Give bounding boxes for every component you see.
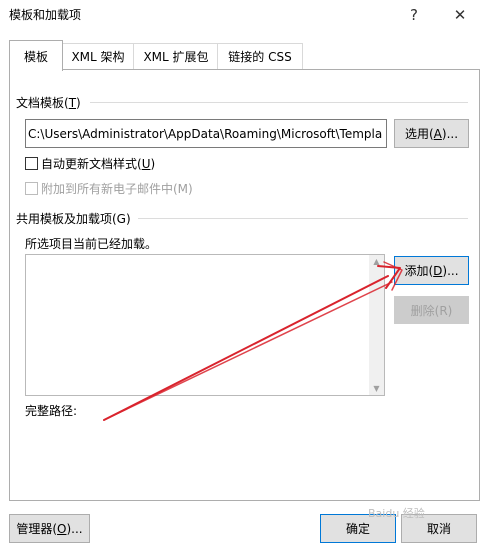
select-template-button[interactable]: 选用(A)...: [394, 119, 469, 148]
remove-button-label: 删除(R): [410, 303, 453, 318]
tab-label: 链接的 CSS: [228, 50, 292, 64]
cancel-button-label: 取消: [426, 522, 451, 536]
section-divider: [90, 102, 468, 103]
list-scrollbar[interactable]: ▲ ▼: [369, 255, 384, 395]
auto-update-checkbox[interactable]: [25, 157, 38, 170]
help-icon: ?: [410, 6, 418, 24]
ok-button-label: 确定: [345, 522, 370, 536]
organizer-button[interactable]: 管理器(O)...: [9, 514, 90, 543]
global-templates-list[interactable]: ▲ ▼: [25, 254, 385, 396]
tab-label: XML 架构: [71, 50, 125, 64]
attach-email-label: 附加到所有新电子邮件中(M): [41, 182, 193, 196]
document-template-label: 文档模板(T): [16, 96, 81, 110]
help-button[interactable]: ?: [394, 0, 434, 30]
window-title: 模板和加载项: [9, 8, 82, 22]
select-button-label: 选用(A)...: [404, 127, 459, 141]
tab-label: XML 扩展包: [143, 50, 209, 64]
close-icon: ✕: [453, 6, 467, 24]
tab-xml-expansion-packs[interactable]: XML 扩展包: [133, 43, 219, 69]
remove-template-button[interactable]: 删除(R): [394, 296, 469, 324]
close-button[interactable]: ✕: [440, 0, 480, 30]
global-templates-label: 共用模板及加载项(G): [16, 212, 131, 226]
tab-label: 模板: [23, 49, 48, 64]
scroll-up-icon[interactable]: ▲: [369, 257, 384, 266]
full-path-label: 完整路径:: [25, 404, 78, 418]
loaded-status-text: 所选项目当前已经加载。: [25, 237, 158, 251]
add-button-label: 添加(D)...: [404, 264, 459, 278]
tab-templates[interactable]: 模板: [9, 40, 63, 71]
template-path-input[interactable]: C:\Users\Administrator\AppData\Roaming\M…: [25, 119, 387, 148]
auto-update-label: 自动更新文档样式(U): [41, 157, 156, 171]
template-path-value: C:\Users\Administrator\AppData\Roaming\M…: [28, 126, 383, 141]
organizer-button-label: 管理器(O)...: [16, 522, 83, 536]
add-template-button[interactable]: 添加(D)...: [394, 256, 469, 285]
scroll-down-icon[interactable]: ▼: [369, 384, 384, 393]
attach-email-checkbox[interactable]: [25, 182, 38, 195]
watermark: Baidu 经验: [368, 507, 425, 520]
tab-xml-schema[interactable]: XML 架构: [61, 43, 135, 69]
tab-linked-css[interactable]: 链接的 CSS: [217, 43, 303, 69]
section-divider: [138, 218, 468, 219]
